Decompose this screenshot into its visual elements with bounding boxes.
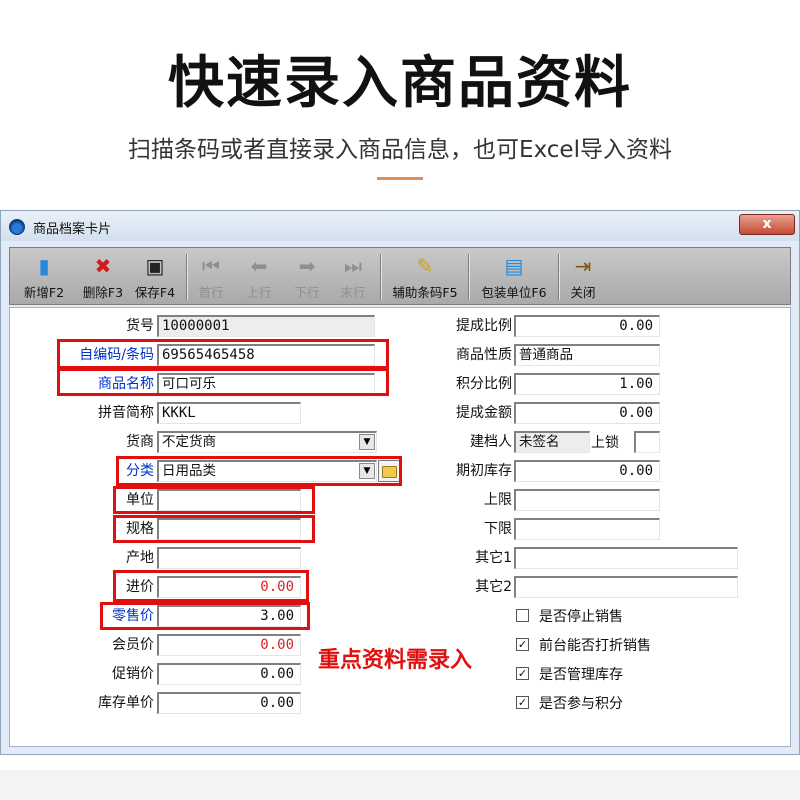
window-title: 商品档案卡片 — [33, 222, 112, 237]
stock-unit-price-field[interactable]: 0.00 — [157, 692, 301, 714]
opening-stock-field[interactable]: 0.00 — [514, 460, 660, 482]
creator-label: 建档人 — [470, 434, 512, 450]
commission-ratio-label: 提成比例 — [456, 318, 512, 334]
pinyin-field[interactable]: KKKL — [157, 402, 301, 424]
delete-button[interactable]: ✖ 删除F3 — [80, 252, 126, 302]
stop-sale-label: 是否停止销售 — [539, 609, 623, 625]
toolbar-separator — [468, 254, 470, 300]
new-document-icon: ▮ — [38, 254, 50, 278]
product-nature-field[interactable]: 普通商品 — [514, 344, 660, 366]
other1-label: 其它1 — [475, 550, 512, 566]
bottom-band — [0, 770, 800, 800]
toolbar: ▮ 新增F2 ✖ 删除F3 ▣ 保存F4 ⏮ 首行 ⬅ 上行 ➡ 下行 ⏭ 末行 — [9, 247, 791, 305]
next-row-button[interactable]: ➡ 下行 — [290, 252, 324, 302]
package-unit-button[interactable]: ▤ 包装单位F6 — [474, 252, 554, 302]
supplier-label: 货商 — [126, 434, 154, 450]
unit-highlight-box — [113, 486, 315, 514]
arrow-right-icon: ➡ — [298, 254, 316, 278]
points-participation-checkbox[interactable]: ✓ — [516, 696, 529, 709]
accent-divider — [377, 177, 423, 180]
discount-sale-label: 前台能否打折销售 — [539, 638, 651, 654]
arrow-left-icon: ⬅ — [250, 254, 268, 278]
spec-highlight-box — [113, 515, 315, 543]
first-row-icon: ⏮ — [202, 254, 220, 278]
save-button-label: 保存F4 — [134, 285, 176, 300]
last-row-label: 末行 — [340, 285, 366, 300]
product-nature-label: 商品性质 — [456, 347, 512, 363]
delete-button-label: 删除F3 — [82, 285, 124, 300]
toolbar-separator — [186, 254, 188, 300]
exit-door-icon: ⇥ — [574, 254, 592, 278]
purchase-price-highlight-box — [113, 570, 309, 602]
barcode-helper-label: 辅助条码F5 — [392, 285, 458, 300]
edit-document-icon: ✎ — [416, 254, 434, 278]
commission-amount-field[interactable]: 0.00 — [514, 402, 660, 424]
barcode-helper-button[interactable]: ✎ 辅助条码F5 — [386, 252, 464, 302]
last-row-icon: ⏭ — [344, 254, 362, 278]
stop-sale-checkbox[interactable] — [516, 609, 529, 622]
hero-subtitle: 扫描条码或者直接录入商品信息，也可Excel导入资料 — [128, 137, 672, 163]
barcode-highlight-box — [57, 339, 389, 369]
prev-row-button[interactable]: ⬅ 上行 — [242, 252, 276, 302]
commission-amount-label: 提成金额 — [456, 405, 512, 421]
category-highlight-box — [116, 456, 402, 486]
app-globe-icon — [9, 219, 25, 235]
hero-title: 快速录入商品资料 — [168, 51, 632, 116]
upper-limit-label: 上限 — [484, 492, 512, 508]
item-no-label: 货号 — [126, 318, 154, 334]
chevron-down-icon[interactable]: ▼ — [359, 434, 375, 450]
save-floppy-icon: ▣ — [145, 254, 165, 278]
lock-label: 上锁 — [591, 435, 619, 451]
lock-field[interactable] — [634, 431, 660, 453]
manage-stock-checkbox[interactable]: ✓ — [516, 667, 529, 680]
lower-limit-field[interactable] — [514, 518, 660, 540]
points-ratio-field[interactable]: 1.00 — [514, 373, 660, 395]
discount-sale-checkbox[interactable]: ✓ — [516, 638, 529, 651]
delete-x-icon: ✖ — [94, 254, 112, 278]
close-button[interactable]: ⇥ 关闭 — [566, 252, 600, 302]
close-button-label: 关闭 — [570, 285, 596, 300]
creator-field[interactable]: 未签名 — [514, 431, 590, 453]
origin-field[interactable] — [157, 547, 301, 569]
new-button[interactable]: ▮ 新增F2 — [22, 252, 66, 302]
toolbar-separator — [380, 254, 382, 300]
prev-row-label: 上行 — [246, 285, 272, 300]
item-no-field[interactable]: 10000001 — [157, 315, 375, 337]
other1-field[interactable] — [514, 547, 738, 569]
retail-price-highlight-box — [100, 602, 310, 630]
commission-ratio-field[interactable]: 0.00 — [514, 315, 660, 337]
lower-limit-label: 下限 — [484, 521, 512, 537]
member-price-field[interactable]: 0.00 — [157, 634, 301, 656]
window-close-button[interactable]: x — [739, 214, 795, 235]
first-row-label: 首行 — [198, 285, 224, 300]
window-titlebar: 商品档案卡片 x — [1, 211, 799, 241]
package-unit-label: 包装单位F6 — [481, 285, 547, 300]
next-row-label: 下行 — [294, 285, 320, 300]
save-button[interactable]: ▣ 保存F4 — [132, 252, 178, 302]
origin-label: 产地 — [126, 550, 154, 566]
upper-limit-field[interactable] — [514, 489, 660, 511]
stock-unit-price-label: 库存单价 — [98, 695, 154, 711]
promo-price-field[interactable]: 0.00 — [157, 663, 301, 685]
other2-field[interactable] — [514, 576, 738, 598]
important-fields-note: 重点资料需录入 — [318, 648, 473, 673]
first-row-button[interactable]: ⏮ 首行 — [194, 252, 228, 302]
member-price-label: 会员价 — [112, 637, 154, 653]
product-name-highlight-box — [57, 368, 389, 396]
supplier-select-value: 不定货商 — [162, 434, 216, 450]
supplier-select[interactable]: 不定货商 ▼ — [157, 431, 377, 453]
points-participation-label: 是否参与积分 — [539, 696, 623, 712]
last-row-button[interactable]: ⏭ 末行 — [336, 252, 370, 302]
new-button-label: 新增F2 — [23, 285, 65, 300]
other2-label: 其它2 — [475, 579, 512, 595]
pinyin-label: 拼音简称 — [98, 405, 154, 421]
manage-stock-label: 是否管理库存 — [539, 667, 623, 683]
points-ratio-label: 积分比例 — [456, 376, 512, 392]
promo-price-label: 促销价 — [112, 666, 154, 682]
opening-stock-label: 期初库存 — [456, 463, 512, 479]
toolbar-separator — [558, 254, 560, 300]
package-folder-icon: ▤ — [504, 254, 524, 278]
